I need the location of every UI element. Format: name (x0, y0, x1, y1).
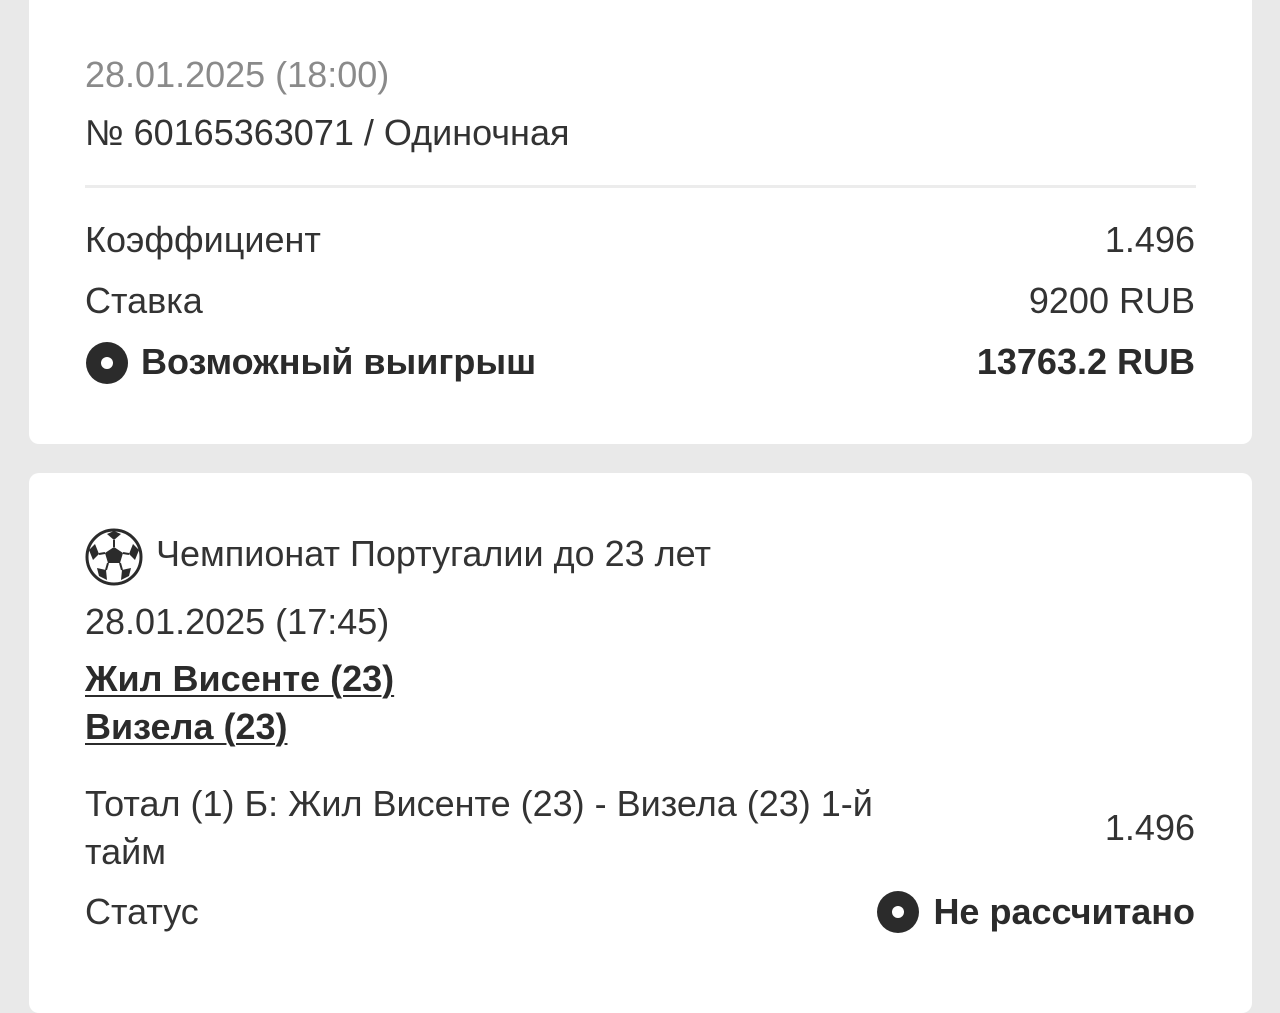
divider (85, 185, 1196, 188)
possible-win-value: 13763.2 RUB (976, 341, 1195, 382)
team-away-link[interactable]: Визела (23) (85, 706, 287, 748)
possible-win-label: Возможный выигрыш (141, 341, 537, 382)
status-label: Статус (85, 891, 199, 932)
bet-summary-card: 28.01.2025 (18:00) № 60165363071 / Одино… (29, 0, 1252, 444)
league-name[interactable]: Чемпионат Португалии до 23 лет (156, 533, 711, 575)
market-line-2: тайм (85, 831, 166, 872)
stake-value: 9200 RUB (1028, 280, 1195, 321)
status-value: Не рассчитано (933, 891, 1195, 932)
possible-win-icon (86, 342, 128, 384)
coefficient-value: 1.496 (1104, 219, 1195, 260)
team-home-link[interactable]: Жил Висенте (23) (85, 658, 394, 700)
bet-id-line: № 60165363071 / Одиночная (85, 112, 570, 153)
status-value-group: Не рассчитано (877, 891, 1195, 933)
event-datetime: 28.01.2025 (17:45) (85, 601, 390, 642)
market-line-1: Тотал (1) Б: Жил Висенте (23) - Визела (… (85, 783, 873, 824)
stake-label: Ставка (85, 280, 203, 321)
status-icon (877, 891, 920, 933)
coefficient-label: Коэффициент (85, 219, 321, 260)
event-card: Чемпионат Португалии до 23 лет 28.01.202… (29, 473, 1252, 1013)
market-coefficient: 1.496 (1104, 807, 1195, 848)
bet-datetime: 28.01.2025 (18:00) (85, 54, 390, 95)
soccer-ball-icon (85, 528, 143, 586)
